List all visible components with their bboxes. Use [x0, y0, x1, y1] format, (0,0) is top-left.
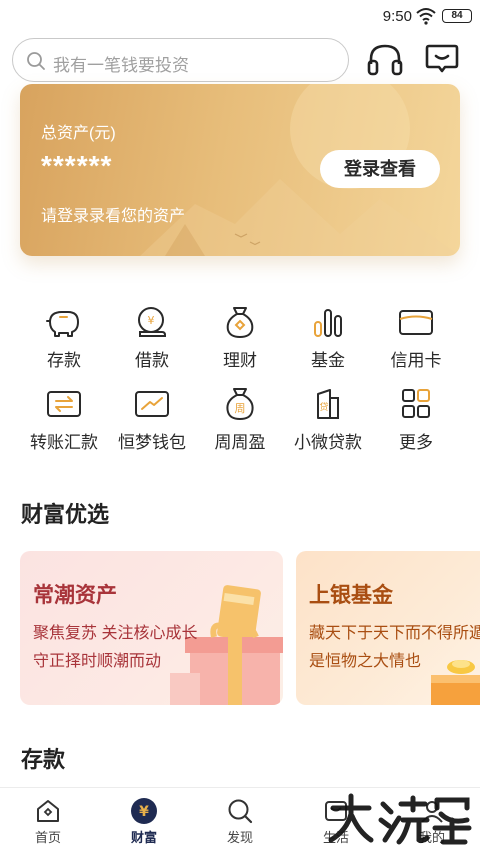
login-hint: 请登录录看您的资产 [41, 208, 186, 225]
product-name: 常潮资产 [33, 584, 117, 607]
service-micro-loan[interactable]: 贷 小微贷款 [284, 386, 372, 456]
product-card-changchao[interactable]: 常潮资产 聚焦复苏 关注核心成长 守正择时顺潮而动 [20, 551, 283, 705]
service-label: 基金 [311, 351, 345, 370]
total-assets-value: ****** [41, 150, 113, 181]
watermark-logo [328, 793, 472, 845]
tab-home[interactable]: 首页 [0, 788, 96, 853]
service-label: 周周盈 [214, 433, 266, 452]
service-wallet[interactable]: 恒梦钱包 [108, 386, 196, 456]
piggy-bank-icon [46, 311, 79, 337]
product-slogan: 守正择时顺潮而动 [33, 653, 162, 670]
service-label: 更多 [399, 433, 433, 452]
product-name: 上银基金 [309, 584, 393, 607]
battery-indicator: 84 [442, 9, 472, 23]
tab-wealth[interactable]: ¥ 财富 [96, 788, 192, 853]
service-credit-card[interactable]: 信用卡 [372, 304, 460, 374]
credit-card-icon [399, 310, 433, 335]
wallet-trend-icon [135, 391, 169, 417]
grid-more-icon [402, 389, 430, 418]
status-bar: 9:50 84 [0, 0, 480, 34]
service-label: 恒梦钱包 [118, 433, 186, 452]
status-time: 9:50 [382, 8, 412, 25]
message-icon[interactable] [425, 43, 459, 75]
discover-icon [228, 799, 253, 824]
product-slogan: 是恒物之大情也 [309, 653, 422, 670]
svg-text:¥: ¥ [148, 314, 155, 327]
service-label: 小微贷款 [294, 433, 362, 452]
product-slogan: 聚焦复苏 关注核心成长 [33, 625, 198, 642]
service-deposit[interactable]: 存款 [20, 304, 108, 374]
bar-chart-icon [314, 309, 342, 337]
service-wealth[interactable]: 理财 [196, 304, 284, 374]
service-label: 理财 [223, 351, 257, 370]
service-weekly[interactable]: 周 周周盈 [196, 386, 284, 456]
search-bar[interactable]: 我有一笔钱要投资 [12, 38, 349, 82]
home-icon [37, 800, 59, 822]
total-assets-label: 总资产(元) [41, 125, 116, 142]
service-label: 转账汇款 [30, 433, 98, 452]
asset-card: 总资产(元) ****** 请登录录看您的资产 登录查看 [20, 84, 460, 256]
product-slogan: 藏天下于天下而不得所遁 [309, 625, 480, 642]
yen-icon: ¥ [131, 798, 157, 824]
service-more[interactable]: 更多 [372, 386, 460, 456]
weekly-bag-icon: 周 [226, 388, 254, 421]
money-bag-icon [226, 307, 254, 339]
search-placeholder: 我有一笔钱要投资 [53, 56, 189, 75]
login-view-button[interactable]: 登录查看 [320, 150, 440, 188]
service-loan[interactable]: ¥ 借款 [108, 304, 196, 374]
service-label: 借款 [135, 351, 169, 370]
wifi-icon [416, 8, 436, 25]
tab-label: 发现 [226, 830, 253, 845]
svg-text:贷: 贷 [319, 401, 328, 413]
svg-text:¥: ¥ [139, 804, 149, 820]
micro-loan-icon: 贷 [317, 389, 339, 419]
search-icon [27, 52, 45, 70]
tab-label: 首页 [34, 830, 61, 845]
service-transfer[interactable]: 转账汇款 [20, 386, 108, 456]
deposit-section-title: 存款 [21, 747, 66, 772]
tab-discover[interactable]: 发现 [192, 788, 288, 853]
product-card-shangyin[interactable]: 上银基金 藏天下于天下而不得所遁 是恒物之大情也 [296, 551, 480, 705]
loan-icon: ¥ [138, 307, 166, 337]
service-fund[interactable]: 基金 [284, 304, 372, 374]
gold-ingot-illustration [431, 660, 480, 705]
service-label: 信用卡 [390, 351, 442, 370]
tab-label: 财富 [130, 830, 157, 845]
service-label: 存款 [47, 351, 81, 370]
transfer-icon [47, 391, 81, 417]
headset-icon[interactable] [366, 42, 404, 78]
wealth-section-title: 财富优选 [21, 502, 110, 527]
svg-text:周: 周 [235, 402, 246, 415]
